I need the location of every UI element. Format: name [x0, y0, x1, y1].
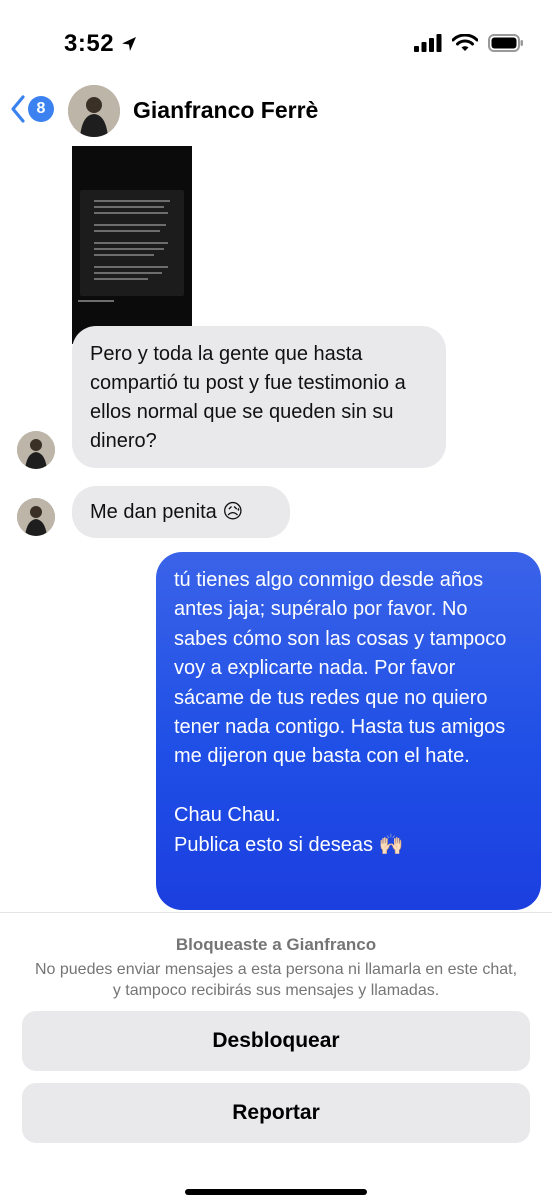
blocked-title: Bloqueaste a Gianfranco — [175, 935, 377, 954]
avatar-image — [68, 85, 120, 137]
report-button[interactable]: Reportar — [22, 1083, 530, 1143]
status-time: 3:52 — [64, 30, 138, 58]
outgoing-message[interactable]: tú tienes algo conmigo desde años antes … — [156, 552, 541, 910]
location-arrow-icon — [122, 37, 137, 51]
status-icons — [414, 34, 524, 52]
chevron-left-icon — [11, 95, 25, 123]
contact-name[interactable]: Gianfranco Ferrè — [133, 97, 318, 124]
unblock-button[interactable]: Desbloquear — [22, 1011, 530, 1071]
wifi-icon — [452, 34, 478, 51]
incoming-message[interactable]: Me dan penita 😥 — [72, 486, 290, 538]
blocked-description: No puedes enviar mensajes a esta persona… — [34, 961, 518, 999]
cellular-signal-icon — [414, 34, 442, 52]
chat-header: 8 Gianfranco Ferrè — [0, 80, 552, 142]
blocked-footer: Bloqueaste a Gianfranco No puedes enviar… — [0, 912, 552, 1200]
home-indicator — [185, 1189, 367, 1195]
unread-count-badge: 8 — [28, 96, 54, 122]
contact-avatar[interactable] — [68, 85, 120, 137]
sender-avatar — [17, 498, 55, 536]
post-caption — [78, 300, 114, 302]
clock-text: 3:52 — [64, 30, 115, 57]
message-list[interactable]: Pero y toda la gente que hasta compartió… — [0, 142, 552, 912]
status-bar: 3:52 — [0, 0, 552, 80]
post-screenshot — [80, 190, 184, 296]
sender-avatar — [17, 431, 55, 469]
incoming-message[interactable]: Pero y toda la gente que hasta compartió… — [72, 326, 446, 468]
back-button[interactable]: 8 — [10, 94, 54, 124]
shared-post-image[interactable] — [72, 146, 192, 344]
battery-icon — [488, 34, 523, 52]
